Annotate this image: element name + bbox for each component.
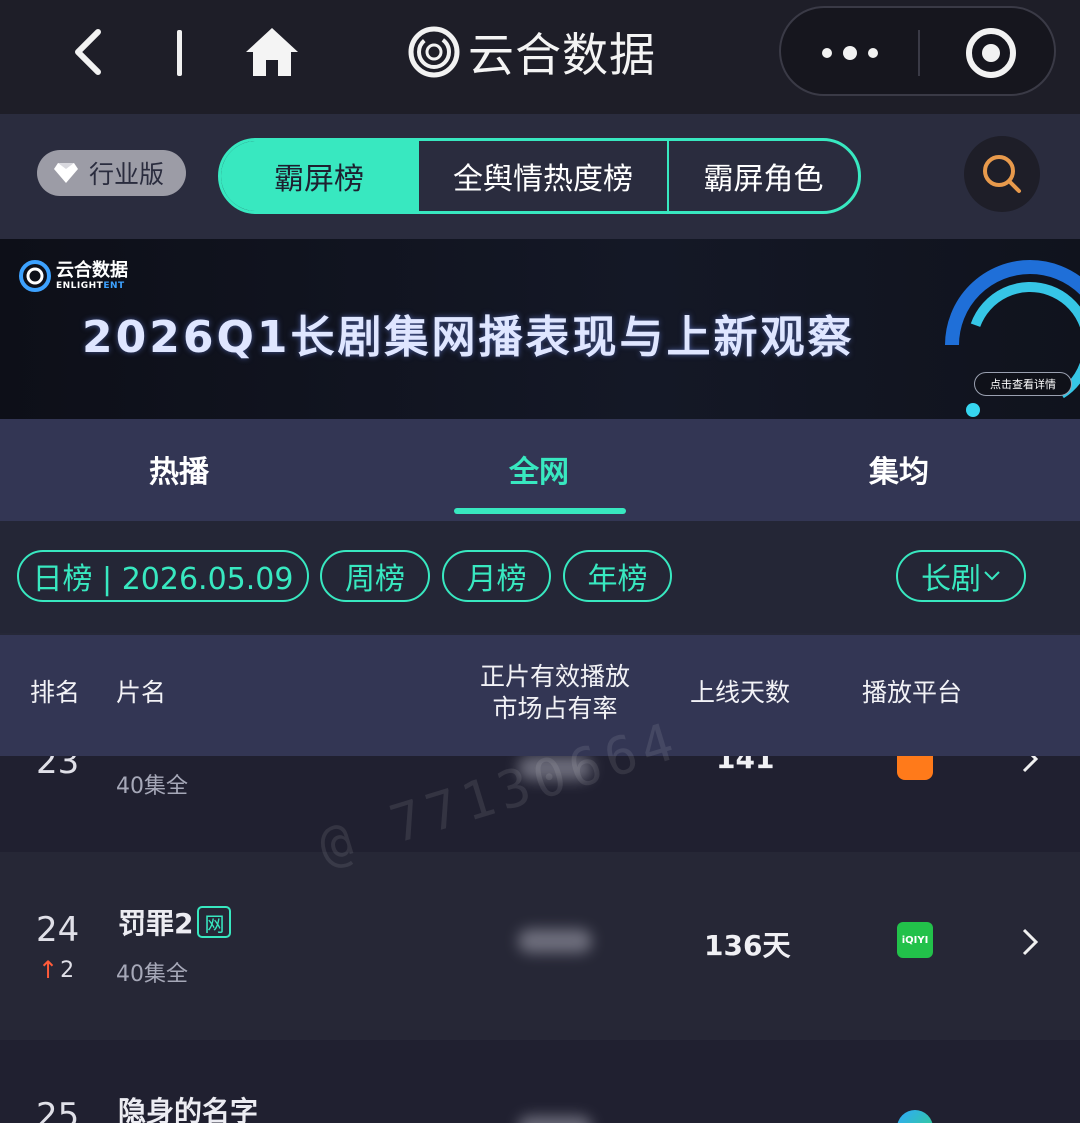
- search-icon: [983, 155, 1021, 193]
- active-tab-indicator: [454, 508, 626, 514]
- chevron-right-icon: [1022, 928, 1039, 956]
- tab-per-episode[interactable]: 集均: [869, 447, 929, 491]
- yunhe-logo-icon: [408, 26, 460, 78]
- show-title: 罚罪2 网: [118, 902, 232, 942]
- banner-logo-en: ENLIGHTENT: [56, 281, 125, 291]
- market-share-blurred: [518, 929, 592, 953]
- daily-filter[interactable]: 日榜 | 2026.05.09: [17, 550, 309, 602]
- chevron-right-icon: [1022, 756, 1039, 773]
- yunhe-logo-icon: [19, 260, 51, 292]
- target-icon[interactable]: [964, 26, 1018, 80]
- back-icon[interactable]: [66, 26, 114, 78]
- banner-title: 2026Q1长剧集网播表现与上新观察: [82, 312, 855, 363]
- episode-count: 40集全: [116, 774, 188, 799]
- edition-switch[interactable]: 行业版: [37, 150, 186, 196]
- yearly-filter[interactable]: 年榜: [563, 550, 672, 602]
- table-row[interactable]: 25 隐身的名字: [0, 1040, 1080, 1123]
- episode-count: 40集全: [116, 962, 188, 987]
- promo-banner[interactable]: 云合数据 ENLIGHTENT 2026Q1长剧集网播表现与上新观察 点击查看详…: [0, 239, 1080, 419]
- tab-all-network[interactable]: 全网: [509, 447, 569, 491]
- days-online: 141: [716, 756, 775, 775]
- chevron-down-icon: [984, 571, 1000, 581]
- app-title: 云合数据: [468, 28, 656, 82]
- header-market-share: 正片有效播放 市场占有率: [479, 662, 630, 723]
- period-filters: 日榜 | 2026.05.09 周榜 月榜 年榜 长剧: [0, 521, 1080, 633]
- tab-ba-ping-bang[interactable]: 霸屏榜: [221, 141, 417, 211]
- edition-label: 行业版: [89, 160, 165, 189]
- tab-ba-ping-jue-se[interactable]: 霸屏角色: [667, 141, 858, 211]
- banner-logo-cn: 云合数据: [56, 260, 128, 281]
- capsule-divider: [918, 30, 920, 76]
- arrow-up-icon: ↑: [38, 956, 59, 984]
- monthly-filter[interactable]: 月榜: [442, 550, 551, 602]
- more-icon[interactable]: [819, 38, 881, 68]
- mini-program-capsule: [779, 6, 1056, 96]
- scope-tabs: 热播 全网 集均: [0, 419, 1080, 521]
- tab-quan-yu-qing[interactable]: 全舆情热度榜: [417, 141, 667, 211]
- nav-row: 行业版 霸屏榜 全舆情热度榜 霸屏角色: [0, 114, 1080, 239]
- rank-number: 24: [36, 910, 80, 950]
- market-share-blurred: [518, 1116, 592, 1123]
- header-name: 片名: [116, 678, 167, 707]
- mgtv-platform-icon: [897, 756, 933, 780]
- search-button[interactable]: [964, 136, 1040, 212]
- weekly-filter[interactable]: 周榜: [320, 550, 430, 602]
- divider: [177, 30, 182, 76]
- show-title: 隐身的名字: [118, 1095, 259, 1123]
- days-online: 136天: [704, 929, 791, 962]
- table-row[interactable]: 24 ↑ 2 罚罪2 网 40集全 136天 iQIYI: [0, 852, 1080, 1040]
- iqiyi-platform-icon: iQIYI: [897, 922, 933, 958]
- category-dropdown[interactable]: 长剧: [896, 550, 1026, 602]
- network-badge: 网: [197, 906, 232, 938]
- diamond-icon: [54, 163, 78, 183]
- header-platform: 播放平台: [862, 678, 963, 707]
- header-days: 上线天数: [690, 678, 791, 707]
- header-rank: 排名: [30, 678, 81, 707]
- tab-hot[interactable]: 热播: [149, 447, 209, 491]
- banner-details-button[interactable]: 点击查看详情: [974, 372, 1072, 396]
- tencent-video-platform-icon: [897, 1110, 933, 1123]
- home-icon[interactable]: [244, 26, 300, 78]
- brand: 云合数据: [408, 22, 656, 82]
- table-header: 排名 片名 正片有效播放 市场占有率 上线天数 播放平台: [0, 633, 1080, 756]
- category-label: 长剧: [921, 562, 981, 597]
- banner-logo: 云合数据 ENLIGHTENT: [18, 259, 128, 293]
- top-bar: 云合数据: [0, 0, 1080, 114]
- rank-change: ↑ 2: [38, 956, 75, 984]
- rank-number: 23: [36, 756, 80, 782]
- ranking-tabs: 霸屏榜 全舆情热度榜 霸屏角色: [218, 138, 861, 214]
- rank-number: 25: [36, 1096, 80, 1123]
